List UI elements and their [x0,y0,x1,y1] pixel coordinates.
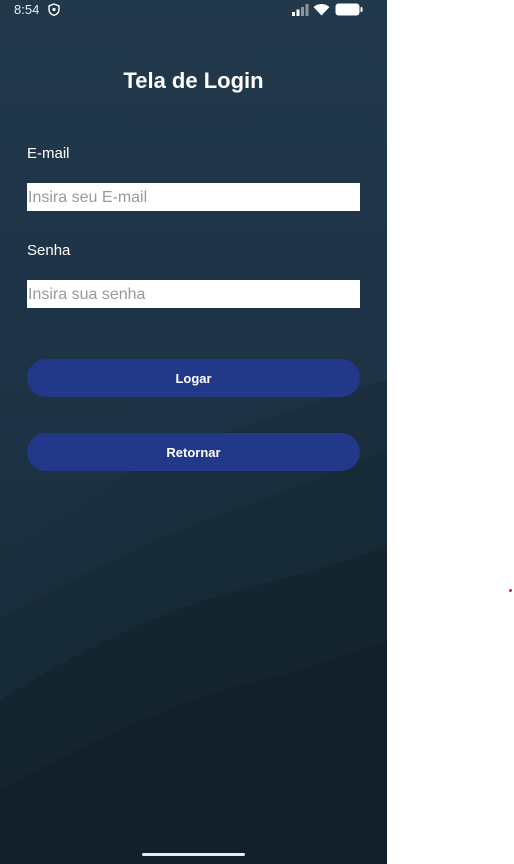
email-label: E-mail [27,145,70,162]
wifi-icon [313,4,330,16]
email-field[interactable] [27,183,360,211]
home-indicator[interactable] [142,853,245,856]
page-title: Tela de Login [123,68,264,93]
battery-icon [335,3,363,16]
cellular-signal-icon [292,4,309,16]
back-button[interactable]: Retornar [27,433,360,471]
password-label: Senha [27,242,71,259]
app-screen: 8:54 Tela de Login E-mail Senha Logar Re… [0,0,387,864]
status-time: 8:54 [14,2,40,17]
status-bar: 8:54 [0,0,387,20]
shield-icon [48,3,60,16]
login-button[interactable]: Logar [27,359,360,397]
mountain-background [0,0,387,864]
marker-dot [509,589,512,592]
password-field[interactable] [27,280,360,308]
